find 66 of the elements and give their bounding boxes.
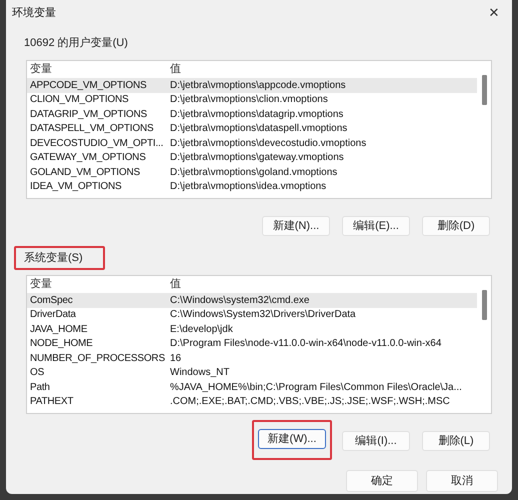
table-row[interactable]: DATASPELL_VM_OPTIONS D:\jetbra\vmoptions\dataspell.vmoptions [27, 122, 477, 136]
column-header[interactable]: 值 [167, 61, 184, 78]
table-row[interactable]: NODE_HOME D:\Program Files\node-v11.0.0-win-x64\node-v11.0.0-win-x64 [27, 336, 477, 351]
dialog-button[interactable]: 编辑(E)... [342, 216, 410, 236]
table-row[interactable]: PATHEXT .COM;.EXE;.BAT;.CMD;.VBS;.VBE;.JS;.JSE;.WSF;.WSH;.MSC [27, 394, 477, 409]
table-row[interactable]: ComSpec C:\Windows\system32\cmd.exe [27, 293, 477, 308]
table-cell-text: GATEWAY_VM_OPTIONS [29, 151, 147, 166]
table-row[interactable]: JAVA_HOME E:\develop\jdk [27, 322, 477, 336]
table-row[interactable]: GOLAND_VM_OPTIONS D:\jetbra\vmoptions\goland.vmoptions [27, 165, 477, 180]
table-cell-text: D:\jetbra\vmoptions\dataspell.vmoptions [169, 122, 348, 136]
column-header[interactable]: 变量 [27, 61, 167, 78]
table-cell-text: D:\jetbra\vmoptions\devecostudio.vmoptions [169, 136, 368, 151]
table-row[interactable]: CLION_VM_OPTIONS D:\jetbra\vmoptions\clion.vmoptions [27, 92, 477, 107]
table-cell-text: D:\jetbra\vmoptions\datagrip.vmoptions [169, 108, 344, 122]
table-cell-text: D:\jetbra\vmoptions\appcode.vmoptions [169, 78, 347, 93]
table-cell-text: ComSpec [29, 294, 74, 308]
section-label: 系统变量(S) [14, 246, 105, 270]
table-cell-text: %JAVA_HOME%\bin;C:\Program Files\Common Files\Oracle\Ja... [169, 380, 463, 395]
table-cell-text: D:\jetbra\vmoptions\gateway.vmoptions [169, 151, 345, 166]
table-row[interactable]: DEVECOSTUDIO_VM_OPTI... D:\jetbra\vmoptions\devecostudio.vmoptions [27, 136, 477, 150]
scrollbar-thumb[interactable] [482, 290, 486, 320]
table-cell-text: OS [29, 366, 46, 380]
table-cell-text: D:\jetbra\vmoptions\goland.vmoptions [169, 166, 338, 180]
table-cell-text: APPCODE_VM_OPTIONS [29, 78, 148, 93]
table-cell-text: DEVECOSTUDIO_VM_OPTI... [29, 136, 164, 151]
table-row[interactable]: OS Windows_NT [27, 366, 477, 380]
dialog-button[interactable]: 新建(N)... [262, 216, 330, 236]
dialog-button[interactable]: 删除(D) [422, 216, 490, 236]
table-row[interactable]: DriverData C:\Windows\System32\Drivers\DriverData [27, 308, 477, 322]
table-cell-text: C:\Windows\system32\cmd.exe [169, 294, 310, 308]
table-row[interactable]: Path %JAVA_HOME%\bin;C:\Program Files\Common Files\Oracle\Ja... [27, 380, 477, 394]
table-cell-text: D:\jetbra\vmoptions\idea.vmoptions [169, 180, 328, 194]
table-row[interactable]: APPCODE_VM_OPTIONS D:\jetbra\vmoptions\appcode.vmoptions [27, 78, 477, 92]
table-row[interactable]: GATEWAY_VM_OPTIONS D:\jetbra\vmoptions\gateway.vmoptions [27, 150, 477, 165]
dialog-button[interactable]: 新建(W)... [258, 429, 326, 450]
table-cell-text: NODE_HOME [29, 337, 94, 352]
table-cell-text: 16 [169, 352, 182, 366]
table-cell-text: D:\jetbra\vmoptions\clion.vmoptions [169, 93, 329, 108]
table-cell-text: C:\Windows\System32\Drivers\DriverData [169, 308, 357, 322]
table-cell-text: IDEA_VM_OPTIONS [29, 180, 122, 194]
table-cell-text: Windows_NT [169, 366, 230, 380]
table-cell-text: .COM;.EXE;.BAT;.CMD;.VBS;.VBE;.JS;.JSE;.WSF;.WSH;.MSC [169, 395, 451, 410]
table-cell-text: CLION_VM_OPTIONS [29, 93, 130, 108]
table-cell-text: DATASPELL_VM_OPTIONS [29, 122, 154, 136]
column-header[interactable]: 变量 [27, 276, 167, 293]
column-header[interactable]: 值 [167, 276, 184, 293]
section-label: 10692 的用户变量(U) [23, 36, 129, 51]
table-cell-text: DATAGRIP_VM_OPTIONS [29, 108, 148, 122]
table-row[interactable]: DATAGRIP_VM_OPTIONS D:\jetbra\vmoptions\datagrip.vmoptions [27, 107, 477, 122]
table-cell-text: NUMBER_OF_PROCESSORS [29, 352, 166, 366]
table-cell-text: PATHEXT [29, 395, 74, 410]
dialog-button[interactable]: 删除(L) [422, 431, 490, 452]
table-row[interactable]: IDEA_VM_OPTIONS D:\jetbra\vmoptions\idea.vmoptions [27, 180, 477, 194]
table-cell-text: DriverData [29, 308, 77, 322]
dialog-button[interactable]: 取消 [426, 470, 498, 492]
dialog-button[interactable]: 确定 [346, 470, 418, 492]
table-cell-text: JAVA_HOME [29, 322, 88, 337]
dialog-button[interactable]: 编辑(I)... [342, 431, 410, 452]
table-cell-text: D:\Program Files\node-v11.0.0-win-x64\node-v11.0.0-win-x64 [169, 337, 442, 352]
table-cell-text: E:\develop\jdk [169, 322, 234, 337]
window-title: 环境变量 [12, 6, 56, 21]
close-button[interactable]: ✕ [482, 3, 506, 23]
table-cell-text: Path [29, 380, 51, 395]
table-cell-text: GOLAND_VM_OPTIONS [29, 166, 141, 180]
table-row[interactable]: NUMBER_OF_PROCESSORS 16 [27, 351, 477, 366]
scrollbar-thumb[interactable] [482, 75, 486, 105]
